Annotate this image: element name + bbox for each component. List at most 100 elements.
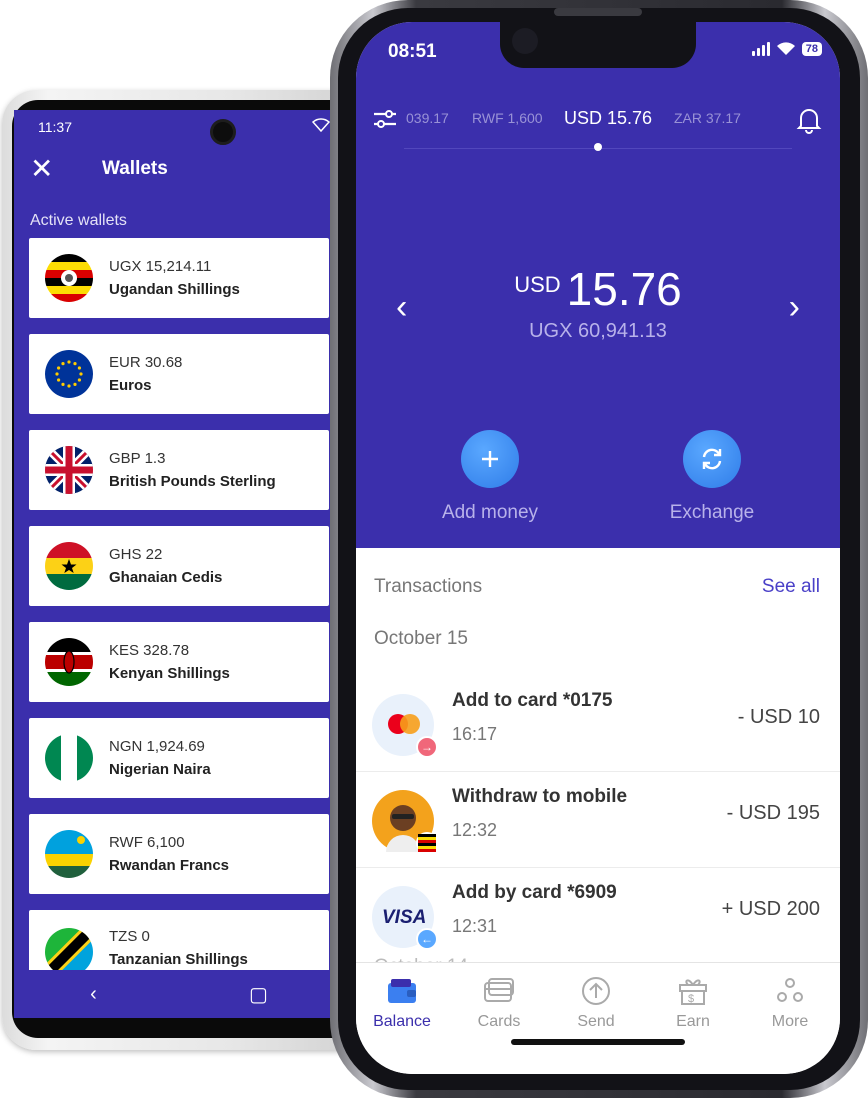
wallet-amount: UGX 15,214.11	[109, 258, 212, 275]
send-icon	[582, 977, 610, 1005]
iphone-screen: 08:51 78 039.17 RWF 1,600 USD 15.76 ZAR …	[356, 22, 840, 1074]
filter-icon[interactable]	[372, 108, 398, 130]
currency-chip[interactable]: RWF 1,600	[472, 110, 543, 126]
wallet-item-rwf[interactable]: RWF 6,100 Rwandan Francs	[29, 814, 329, 894]
transaction-title: Withdraw to mobile	[452, 786, 628, 807]
svg-text:$: $	[688, 993, 694, 1005]
uk-flag-icon	[45, 446, 93, 494]
tab-balance[interactable]: Balance	[362, 975, 442, 1031]
android-camera	[210, 119, 236, 145]
currency-strip[interactable]: 039.17 RWF 1,600 USD 15.76 ZAR 37.17	[356, 106, 840, 134]
exchange-label: Exchange	[669, 502, 755, 523]
currency-chip-active[interactable]: USD 15.76	[564, 108, 652, 129]
tab-more[interactable]: More	[750, 975, 830, 1031]
uganda-flag-icon	[416, 832, 438, 854]
exchange-button[interactable]: Exchange	[642, 430, 782, 524]
transaction-title: Add to card *0175	[452, 690, 613, 711]
transaction-row[interactable]: VISA ← Add by card *6909 12:31 + USD 200	[356, 868, 840, 964]
gift-icon: $	[679, 979, 707, 1005]
wallet-icon	[388, 979, 416, 1003]
home-icon[interactable]: ▢	[249, 982, 268, 1007]
wifi-icon	[776, 42, 795, 55]
wallet-amount: EUR 30.68	[109, 354, 183, 371]
plus-icon	[461, 430, 519, 488]
balance-panel: 08:51 78 039.17 RWF 1,600 USD 15.76 ZAR …	[356, 22, 840, 548]
incoming-arrow-icon: ←	[416, 928, 438, 950]
eu-flag-icon	[45, 350, 93, 398]
wallet-name: Kenyan Shillings	[109, 665, 230, 682]
exchange-icon	[683, 430, 741, 488]
android-nav: ‹ ▢	[14, 970, 344, 1018]
wallet-name: Tanzanian Shillings	[109, 951, 248, 968]
tab-label: Balance	[373, 1013, 431, 1030]
balance-secondary: UGX 60,941.13	[529, 320, 667, 342]
wallet-amount: KES 328.78	[109, 642, 190, 659]
transaction-row[interactable]: → Add to card *0175 16:17 - USD 10	[356, 676, 840, 772]
close-icon[interactable]: ✕	[30, 155, 80, 183]
wallet-item-kes[interactable]: KES 328.78 Kenyan Shillings	[29, 622, 329, 702]
balance-display: USD 15.76 UGX 60,941.13	[356, 262, 840, 343]
wallet-amount: GBP 1.3	[109, 450, 166, 467]
cards-icon	[484, 978, 514, 1002]
status-indicators: 78	[751, 42, 822, 56]
currency-chip[interactable]: 039.17	[406, 110, 449, 126]
ghana-flag-icon	[45, 542, 93, 590]
currency-chip[interactable]: ZAR 37.17	[674, 110, 741, 126]
wallet-amount: TZS 0	[109, 928, 150, 945]
iphone-speaker	[554, 8, 642, 16]
wallet-item-ugx[interactable]: UGX 15,214.11 Ugandan Shillings	[29, 238, 329, 318]
mastercard-icon: →	[372, 694, 438, 758]
tab-send[interactable]: Send	[556, 975, 636, 1031]
tanzania-flag-icon	[45, 928, 93, 972]
transaction-title: Add by card *6909	[452, 882, 617, 903]
transaction-amount: - USD 10	[737, 706, 820, 728]
tab-earn[interactable]: $ Earn	[653, 975, 733, 1031]
wallet-item-eur[interactable]: EUR 30.68 Euros	[29, 334, 329, 414]
status-time: 08:51	[388, 41, 437, 62]
nigeria-flag-icon	[45, 734, 93, 782]
svg-text:VISA: VISA	[382, 907, 426, 928]
transaction-time: 12:32	[452, 820, 498, 840]
transaction-amount: + USD 200	[721, 898, 820, 920]
wallet-name: British Pounds Sterling	[109, 473, 276, 490]
signal-icon	[751, 42, 770, 56]
home-indicator[interactable]	[511, 1039, 685, 1045]
date-header: October 15	[374, 628, 468, 649]
bell-icon[interactable]	[796, 106, 822, 134]
transaction-time: 12:31	[452, 916, 498, 936]
uganda-flag-icon	[45, 254, 93, 302]
wallet-name: Ugandan Shillings	[109, 281, 240, 298]
android-status-bar: 11:37	[14, 110, 344, 144]
wallet-item-ngn[interactable]: NGN 1,924.69 Nigerian Naira	[29, 718, 329, 798]
tab-cards[interactable]: Cards	[459, 975, 539, 1031]
outgoing-arrow-icon: →	[416, 736, 438, 758]
transactions-panel: Transactions See all October 15 → Add to…	[356, 548, 840, 978]
wallet-amount: GHS 22	[109, 546, 163, 563]
wallet-item-tzs[interactable]: TZS 0 Tanzanian Shillings	[29, 910, 329, 972]
wallet-name: Euros	[109, 377, 152, 394]
android-nav-bar: ‹ ▢	[14, 970, 344, 1018]
transaction-time: 16:17	[452, 724, 498, 744]
wallet-list: UGX 15,214.11 Ugandan Shillings EUR 30.6…	[29, 238, 329, 972]
wallet-item-gbp[interactable]: GBP 1.3 British Pounds Sterling	[29, 430, 329, 510]
balance-currency: USD	[514, 272, 561, 297]
battery-icon: 78	[801, 42, 822, 56]
tab-bar: Balance Cards Send $ Earn More	[356, 962, 840, 1074]
wifi-icon	[311, 118, 331, 135]
transactions-heading: Transactions	[374, 576, 483, 597]
wallet-item-ghs[interactable]: GHS 22 Ghanaian Cedis	[29, 526, 329, 606]
balance-value: 15.76	[566, 263, 682, 315]
see-all-link[interactable]: See all	[762, 576, 820, 598]
kenya-flag-icon	[45, 638, 93, 686]
add-money-label: Add money	[441, 502, 539, 523]
tab-label: Earn	[676, 1013, 710, 1030]
more-icon	[777, 978, 803, 1002]
wallet-amount: RWF 6,100	[109, 834, 185, 851]
avatar	[372, 790, 438, 854]
android-header: ✕ Wallets	[14, 144, 344, 194]
add-money-button[interactable]: Add money	[420, 430, 560, 524]
page-title: Wallets	[102, 158, 168, 179]
transaction-row[interactable]: Withdraw to mobile 12:32 - USD 195	[356, 772, 840, 868]
back-icon[interactable]: ‹	[90, 983, 97, 1006]
stage: 11:37 ✕ Wallets Active wallets UGX 15,21…	[0, 0, 868, 1098]
